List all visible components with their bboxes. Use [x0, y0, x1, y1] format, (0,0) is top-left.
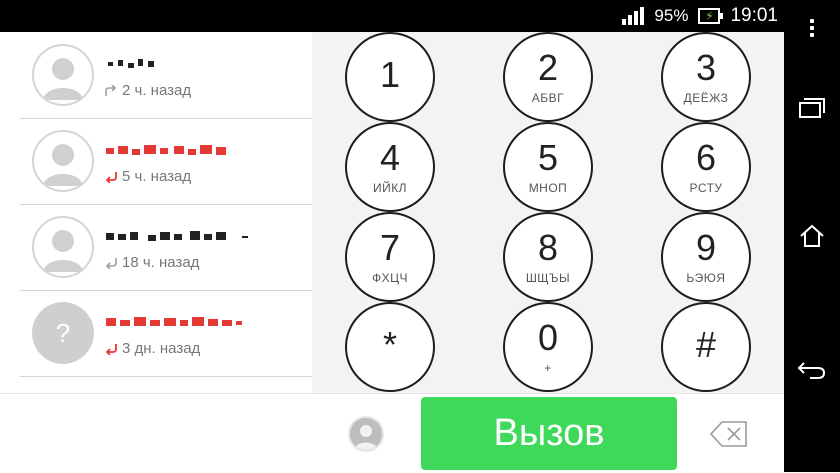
status-indicators: 95% ⚡ 19:01 — [622, 0, 778, 32]
call-meta: 5 ч. назад — [104, 168, 191, 185]
key-digit: 8 — [537, 227, 559, 268]
key-letters: АБВГ — [531, 91, 565, 105]
call-log-item[interactable]: 2 ч. назад — [20, 32, 312, 119]
dialpad: 1 2 АБВГ 3 ДЕЁЖЗ 4 ИЙКЛ 5 МНОП 6 РСТУ 7 … — [312, 32, 784, 393]
incoming-call-icon — [105, 257, 117, 269]
key-digit: # — [695, 324, 717, 365]
call-log-item[interactable]: 5 ч. назад — [20, 118, 312, 205]
call-button[interactable]: Вызов — [421, 397, 677, 470]
contact-name-redacted — [106, 231, 248, 241]
key-letters: ЬЭЮЯ — [686, 271, 726, 285]
status-bar: 95% ⚡ 19:01 — [0, 0, 840, 32]
home-icon — [800, 224, 824, 247]
key-letters: РСТУ — [689, 181, 723, 195]
battery-icon: ⚡ — [698, 8, 724, 24]
call-log-list: 2 ч. назад 5 ч. назад 18 ч. назад ? 3 дн… — [0, 32, 312, 393]
avatar — [32, 216, 94, 278]
dial-key-hash[interactable]: # — [661, 302, 751, 392]
back-arrow-icon — [797, 362, 826, 379]
menu-button[interactable] — [784, 0, 840, 56]
unknown-contact-icon: ? — [32, 302, 94, 364]
recent-apps-icon — [799, 98, 825, 118]
key-letters: ДЕЁЖЗ — [683, 91, 729, 105]
dial-key-8[interactable]: 8 ШЩЪЫ — [503, 212, 593, 302]
home-button[interactable] — [784, 208, 840, 264]
clock: 19:01 — [730, 5, 778, 26]
dial-key-star[interactable]: * — [345, 302, 435, 392]
back-button[interactable] — [784, 342, 840, 398]
backspace-icon[interactable] — [708, 416, 750, 452]
contact-name-redacted — [106, 317, 242, 326]
key-digit: 0 — [537, 317, 559, 358]
missed-call-icon — [105, 343, 117, 355]
dial-key-9[interactable]: 9 ЬЭЮЯ — [661, 212, 751, 302]
missed-call-icon — [105, 171, 117, 183]
call-meta: 2 ч. назад — [104, 82, 191, 99]
navigation-bar — [784, 0, 840, 472]
key-digit: 3 — [695, 47, 717, 88]
key-digit: 2 — [537, 47, 559, 88]
dial-key-5[interactable]: 5 МНОП — [503, 122, 593, 212]
key-letters: ШЩЪЫ — [525, 271, 571, 285]
call-time-ago: 18 ч. назад — [122, 254, 200, 271]
dial-key-7[interactable]: 7 ФХЦЧ — [345, 212, 435, 302]
call-meta: 18 ч. назад — [104, 254, 199, 271]
bottom-bar: Вызов — [0, 393, 784, 473]
contacts-button[interactable] — [348, 416, 384, 452]
outgoing-call-icon — [105, 84, 117, 96]
call-log-item[interactable]: 18 ч. назад — [20, 204, 312, 291]
key-digit: 9 — [695, 227, 717, 268]
contact-name-redacted — [108, 59, 154, 68]
contact-icon — [354, 425, 378, 450]
key-digit: 5 — [537, 137, 559, 178]
recent-apps-button[interactable] — [784, 80, 840, 136]
key-digit: 6 — [695, 137, 717, 178]
dial-key-3[interactable]: 3 ДЕЁЖЗ — [661, 32, 751, 122]
dial-key-4[interactable]: 4 ИЙКЛ — [345, 122, 435, 212]
call-meta: 3 дн. назад — [104, 340, 200, 357]
key-digit: * — [382, 324, 397, 365]
avatar — [32, 130, 94, 192]
call-log-item[interactable]: ? 3 дн. назад — [20, 290, 312, 377]
key-letters: + — [544, 361, 552, 375]
dial-key-6[interactable]: 6 РСТУ — [661, 122, 751, 212]
contact-name-redacted — [106, 145, 226, 155]
key-letters: ИЙКЛ — [372, 181, 408, 195]
key-digit: 7 — [379, 227, 401, 268]
dial-key-1[interactable]: 1 — [345, 32, 435, 122]
key-letters: МНОП — [528, 181, 568, 195]
dial-key-0[interactable]: 0 + — [503, 302, 593, 392]
key-digit: 1 — [379, 54, 401, 95]
key-digit: 4 — [379, 137, 401, 178]
signal-icon — [622, 7, 645, 25]
call-time-ago: 5 ч. назад — [122, 168, 192, 185]
dial-key-2[interactable]: 2 АБВГ — [503, 32, 593, 122]
menu-dots-icon — [810, 19, 814, 37]
key-letters: ФХЦЧ — [371, 271, 408, 285]
call-time-ago: 2 ч. назад — [122, 82, 192, 99]
avatar — [32, 44, 94, 106]
call-time-ago: 3 дн. назад — [122, 340, 201, 357]
battery-percent: 95% — [654, 6, 689, 25]
